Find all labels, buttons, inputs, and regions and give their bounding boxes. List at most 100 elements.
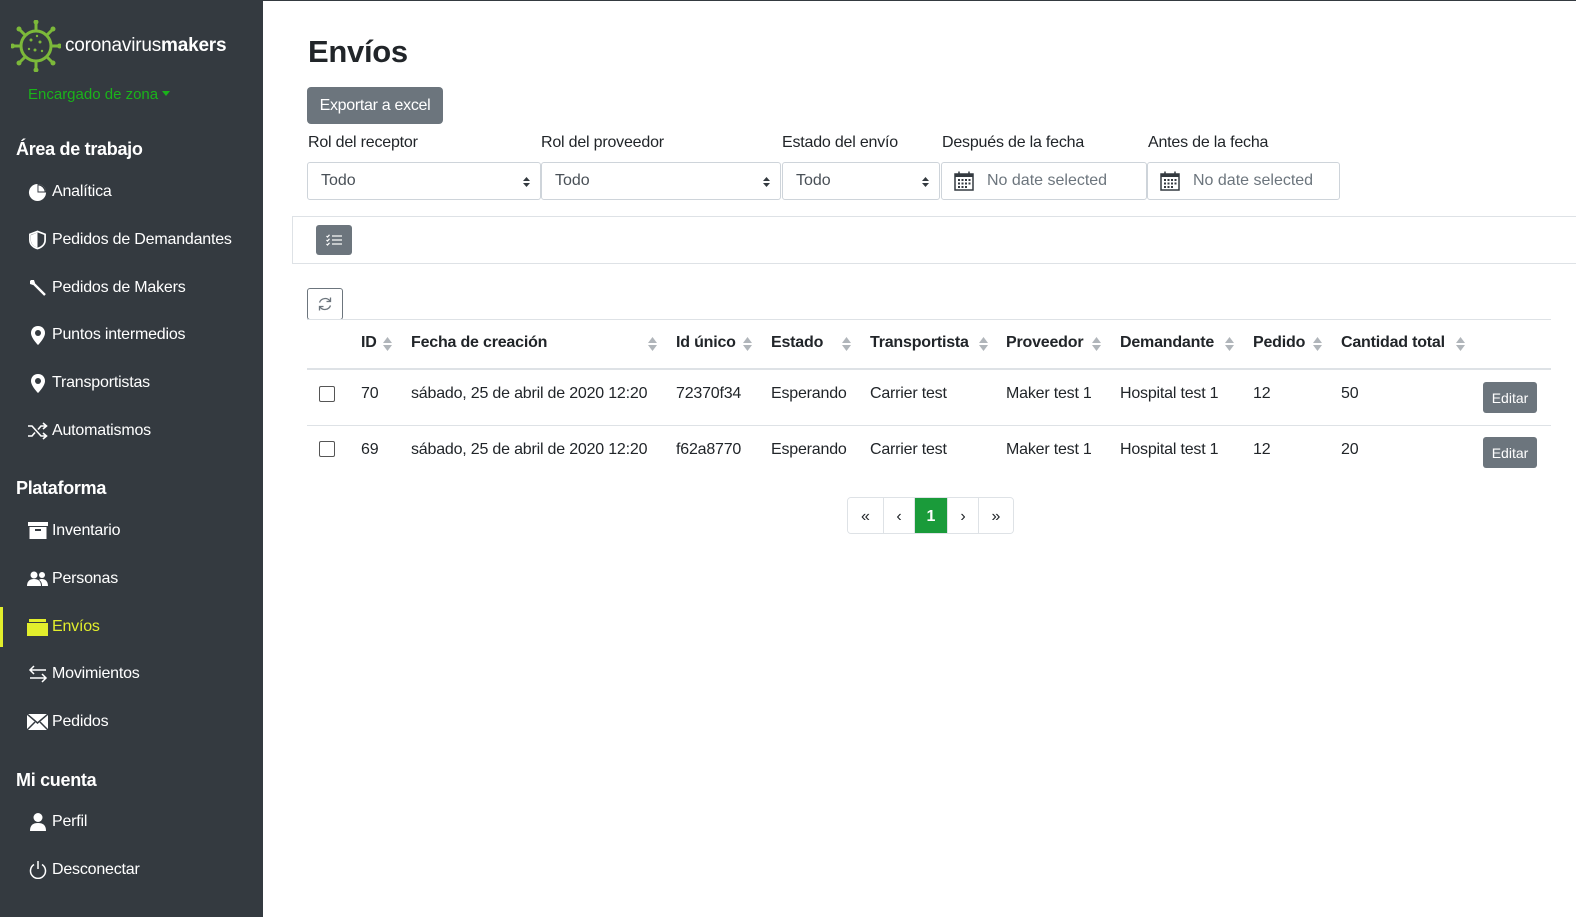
sort-icon[interactable]	[842, 336, 851, 352]
edit-button[interactable]: Editar	[1483, 382, 1537, 413]
sidebar-item-movimientos[interactable]: Movimientos	[0, 654, 263, 694]
brand-logo[interactable]: coronavirusmakers	[11, 20, 227, 72]
sort-icon[interactable]	[1313, 336, 1322, 352]
power-icon	[27, 860, 48, 881]
export-excel-button[interactable]: Exportar a excel	[307, 87, 443, 124]
sidebar-item-inventario[interactable]: Inventario	[0, 511, 263, 551]
row-divider	[307, 425, 1551, 426]
cell-pedido: 12	[1253, 385, 1271, 402]
shipment-status-select[interactable]: Todo	[782, 162, 940, 200]
sidebar-item-transportistas[interactable]: Transportistas	[0, 363, 263, 403]
sidebar-item-automatismos[interactable]: Automatismos	[0, 411, 263, 451]
after-date-picker[interactable]: No date selected	[941, 162, 1147, 200]
row-checkbox[interactable]	[319, 441, 335, 457]
page-last-button[interactable]: »	[979, 498, 1013, 533]
sidebar-item-label: Automatismos	[52, 422, 151, 439]
sort-icon[interactable]	[648, 336, 657, 352]
column-header-cantidad[interactable]: Cantidad total	[1341, 334, 1445, 352]
page-title: Envíos	[308, 34, 408, 69]
section-title-platform: Plataforma	[16, 478, 107, 498]
person-icon	[27, 812, 48, 833]
sidebar-item-label: Pedidos	[52, 713, 109, 730]
cell-id-unico: 72370f34	[676, 385, 742, 402]
column-header-id-unico[interactable]: Id único	[676, 334, 736, 352]
cell-id-unico: f62a8770	[676, 441, 742, 458]
envelope-icon	[27, 712, 48, 733]
row-checkbox[interactable]	[319, 386, 335, 402]
refresh-button[interactable]	[307, 288, 343, 320]
column-header-demandante[interactable]: Demandante	[1120, 334, 1214, 352]
cell-proveedor: Maker test 1	[1006, 441, 1092, 458]
cell-transportista: Carrier test	[870, 385, 947, 402]
receptor-role-select[interactable]: Todo	[307, 162, 541, 200]
sort-icon[interactable]	[1092, 336, 1101, 352]
column-header-fecha[interactable]: Fecha de creación	[411, 334, 547, 352]
filter-label-despues: Después de la fecha	[942, 134, 1085, 151]
sort-icon[interactable]	[743, 336, 752, 352]
before-date-picker[interactable]: No date selected	[1147, 162, 1340, 200]
select-value: Todo	[321, 172, 356, 189]
sidebar-item-pedidos-demandantes[interactable]: Pedidos de Demandantes	[0, 220, 263, 260]
sidebar-item-label: Desconectar	[52, 861, 140, 878]
caret-down-icon	[162, 91, 171, 96]
virus-logo-icon	[11, 20, 61, 72]
sidebar-item-label: Envíos	[52, 618, 100, 635]
sidebar-item-label: Analítica	[52, 183, 112, 200]
column-header-estado[interactable]: Estado	[771, 334, 823, 352]
calendar-icon	[1160, 171, 1180, 191]
column-toggle-button[interactable]	[316, 225, 352, 255]
cell-proveedor: Maker test 1	[1006, 385, 1092, 402]
section-title-account: Mi cuenta	[16, 770, 97, 790]
column-header-transportista[interactable]: Transportista	[870, 334, 969, 352]
section-title-workspace: Área de trabajo	[16, 139, 143, 159]
filter-label-antes: Antes de la fecha	[1148, 134, 1269, 151]
sidebar-item-desconectar[interactable]: Desconectar	[0, 850, 263, 890]
sort-icon[interactable]	[1225, 336, 1234, 352]
sidebar-item-label: Pedidos de Makers	[52, 279, 186, 296]
role-dropdown[interactable]: Encargado de zona	[28, 86, 171, 103]
heart-shield-icon	[27, 230, 48, 251]
sidebar-item-envios[interactable]: Envíos	[0, 607, 263, 647]
cell-id: 69	[361, 441, 379, 458]
sidebar-item-puntos-intermedios[interactable]: Puntos intermedios	[0, 315, 263, 355]
sidebar-item-label: Movimientos	[52, 665, 140, 682]
pagination: « ‹ 1 › »	[847, 497, 1014, 534]
sidebar-item-analitica[interactable]: Analítica	[0, 172, 263, 212]
column-header-id[interactable]: ID	[361, 334, 377, 352]
column-header-proveedor[interactable]: Proveedor	[1006, 334, 1084, 352]
shuffle-icon	[27, 421, 48, 442]
sort-icon[interactable]	[383, 336, 392, 352]
page-next-button[interactable]: ›	[948, 498, 979, 533]
table-top-border	[307, 319, 1551, 320]
cell-demandante: Hospital test 1	[1120, 441, 1219, 458]
cell-fecha: sábado, 25 de abril de 2020 12:20	[411, 385, 648, 402]
page-current-button[interactable]: 1	[915, 498, 948, 533]
brand-name: coronavirusmakers	[65, 35, 227, 56]
sidebar-item-personas[interactable]: Personas	[0, 559, 263, 599]
provider-role-select[interactable]: Todo	[541, 162, 781, 200]
edit-button[interactable]: Editar	[1483, 437, 1537, 468]
select-arrows-icon	[523, 177, 530, 187]
map-pin-icon	[27, 373, 48, 394]
date-placeholder: No date selected	[1193, 172, 1314, 189]
page-prev-button[interactable]: ‹	[884, 498, 915, 533]
people-icon	[27, 569, 48, 590]
filter-label-receptor: Rol del receptor	[308, 134, 418, 151]
sidebar-item-perfil[interactable]: Perfil	[0, 802, 263, 842]
sidebar-item-label: Perfil	[52, 813, 88, 830]
sidebar-item-label: Pedidos de Demandantes	[52, 231, 232, 248]
sidebar-item-label: Inventario	[52, 522, 121, 539]
sidebar-item-pedidos-makers[interactable]: Pedidos de Makers	[0, 268, 263, 308]
sort-icon[interactable]	[979, 336, 988, 352]
sidebar: coronavirusmakers Encargado de zona Área…	[0, 0, 263, 917]
date-placeholder: No date selected	[987, 172, 1108, 189]
arrows-exchange-icon	[27, 664, 48, 685]
page-first-button[interactable]: «	[848, 498, 884, 533]
cell-estado: Esperando	[771, 441, 847, 458]
sort-icon[interactable]	[1456, 336, 1465, 352]
sidebar-item-pedidos[interactable]: Pedidos	[0, 702, 263, 742]
column-header-pedido[interactable]: Pedido	[1253, 334, 1305, 352]
map-pin-icon	[27, 325, 48, 346]
sidebar-item-label: Transportistas	[52, 374, 150, 391]
sidebar-item-label: Puntos intermedios	[52, 326, 186, 343]
